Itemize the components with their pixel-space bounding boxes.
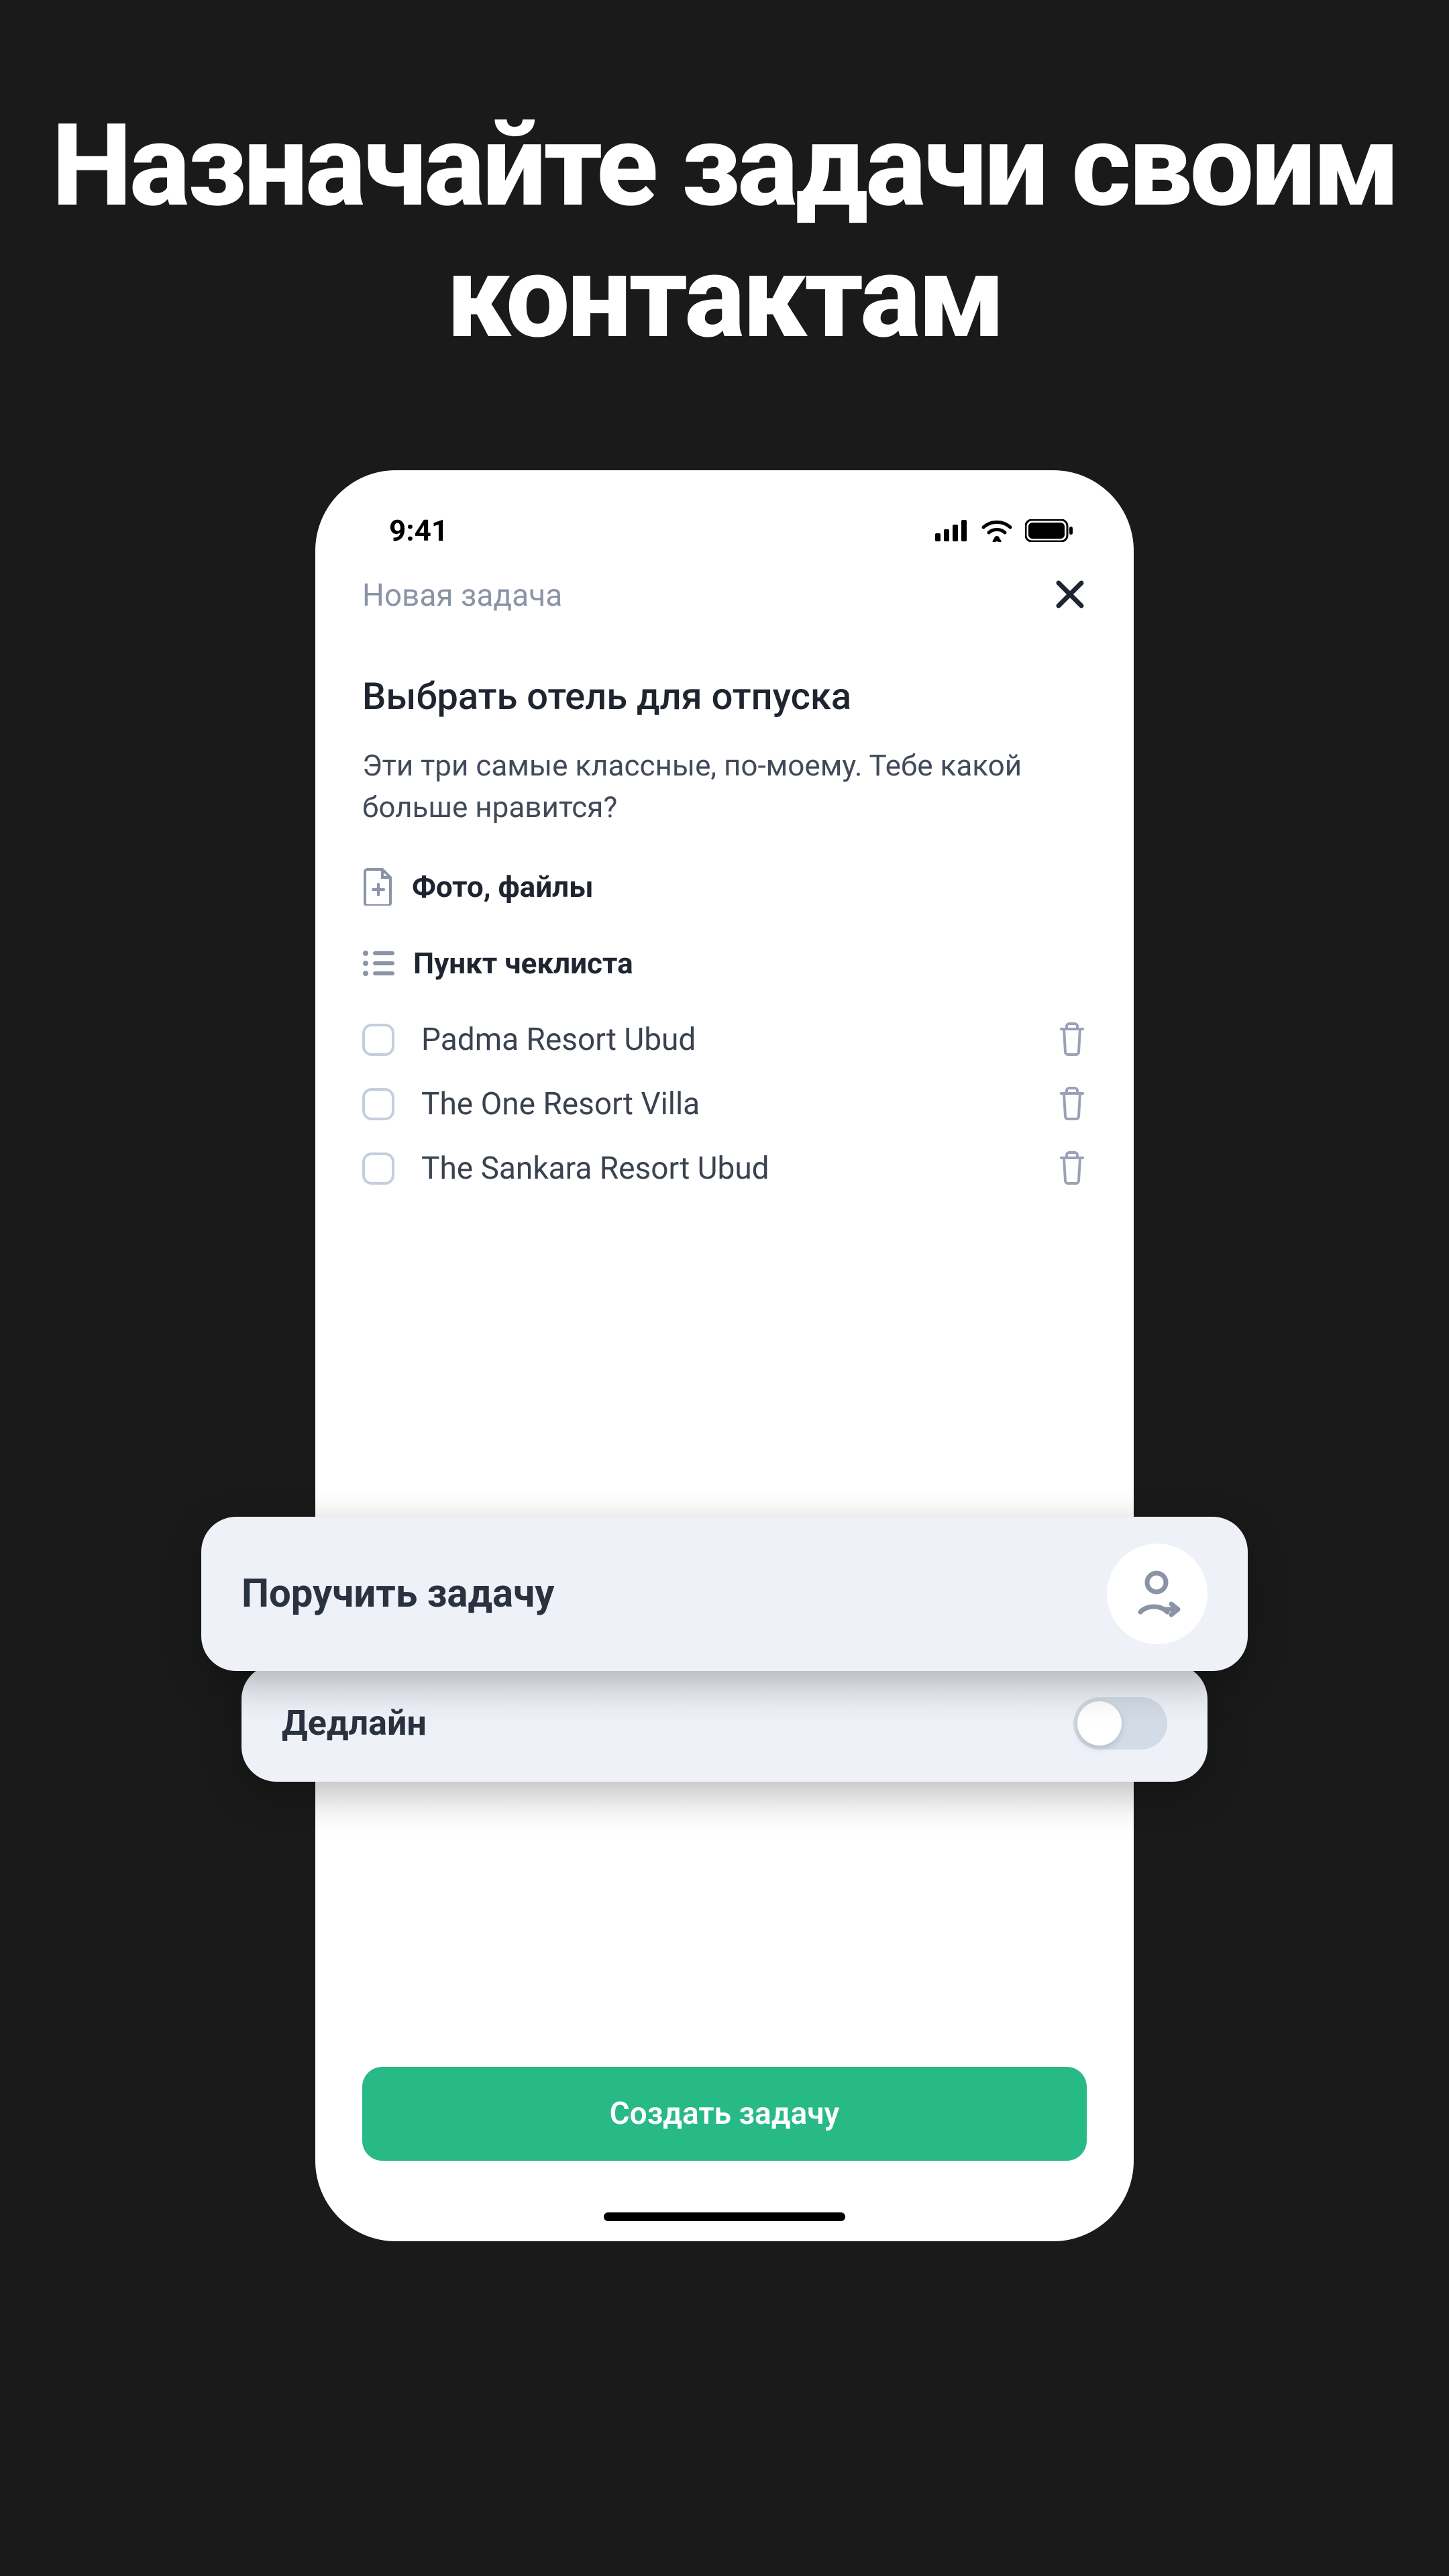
wifi-icon bbox=[981, 519, 1013, 542]
checklist-icon bbox=[362, 949, 396, 977]
task-title-input[interactable]: Выбрать отель для отпуска bbox=[362, 674, 1087, 718]
delete-item-button[interactable] bbox=[1057, 1085, 1087, 1123]
close-button[interactable] bbox=[1053, 578, 1087, 614]
checklist-item-label[interactable]: Padma Resort Ubud bbox=[421, 1022, 1030, 1058]
home-indicator[interactable] bbox=[604, 2212, 845, 2221]
screen-header: Новая задача bbox=[315, 557, 1134, 614]
list-item: Padma Resort Ubud bbox=[362, 1008, 1087, 1072]
close-icon bbox=[1053, 578, 1087, 611]
assign-contact-button[interactable] bbox=[1107, 1544, 1208, 1644]
create-task-button[interactable]: Создать задачу bbox=[362, 2067, 1087, 2161]
file-add-icon bbox=[362, 868, 394, 906]
status-bar: 9:41 bbox=[315, 470, 1134, 557]
trash-icon bbox=[1057, 1085, 1087, 1120]
create-task-label: Создать задачу bbox=[610, 2096, 840, 2132]
status-icons bbox=[935, 519, 1073, 542]
task-description-input[interactable]: Эти три самые классные, по-моему. Тебе к… bbox=[362, 745, 1087, 828]
attach-files-button[interactable]: Фото, файлы bbox=[362, 868, 1087, 906]
list-item: The Sankara Resort Ubud bbox=[362, 1136, 1087, 1201]
person-arrow-icon bbox=[1131, 1568, 1183, 1620]
checkbox[interactable] bbox=[362, 1152, 394, 1185]
task-form: Выбрать отель для отпуска Эти три самые … bbox=[315, 614, 1134, 2241]
assign-task-card[interactable]: Поручить задачу bbox=[201, 1517, 1248, 1671]
checklist-header-label: Пункт чеклиста bbox=[413, 946, 633, 981]
checkbox[interactable] bbox=[362, 1024, 394, 1056]
deadline-toggle[interactable] bbox=[1073, 1697, 1167, 1750]
deadline-card[interactable]: Дедлайн bbox=[241, 1664, 1208, 1782]
cellular-icon bbox=[935, 520, 969, 541]
screen-title: Новая задача bbox=[362, 578, 562, 614]
trash-icon bbox=[1057, 1021, 1087, 1056]
checklist-item-label[interactable]: The One Resort Villa bbox=[421, 1086, 1030, 1122]
phone-area: 9:41 Новая задача Выбрать отель для отпу… bbox=[288, 470, 1161, 2241]
floating-cards: Поручить задачу Дедлайн bbox=[288, 1517, 1161, 1782]
toggle-knob bbox=[1077, 1701, 1122, 1746]
deadline-label: Дедлайн bbox=[282, 1703, 427, 1743]
promo-headline: Назначайте задачи своим контактам bbox=[0, 101, 1449, 363]
battery-icon bbox=[1025, 519, 1073, 542]
checklist-item-label[interactable]: The Sankara Resort Ubud bbox=[421, 1150, 1030, 1187]
delete-item-button[interactable] bbox=[1057, 1021, 1087, 1059]
attach-label: Фото, файлы bbox=[412, 869, 594, 904]
list-item: The One Resort Villa bbox=[362, 1072, 1087, 1136]
phone-frame: 9:41 Новая задача Выбрать отель для отпу… bbox=[315, 470, 1134, 2241]
status-time: 9:41 bbox=[389, 513, 448, 548]
checkbox[interactable] bbox=[362, 1088, 394, 1120]
delete-item-button[interactable] bbox=[1057, 1150, 1087, 1187]
assign-task-label: Поручить задачу bbox=[241, 1571, 554, 1617]
trash-icon bbox=[1057, 1150, 1087, 1185]
checklist-header: Пункт чеклиста bbox=[362, 946, 1087, 981]
